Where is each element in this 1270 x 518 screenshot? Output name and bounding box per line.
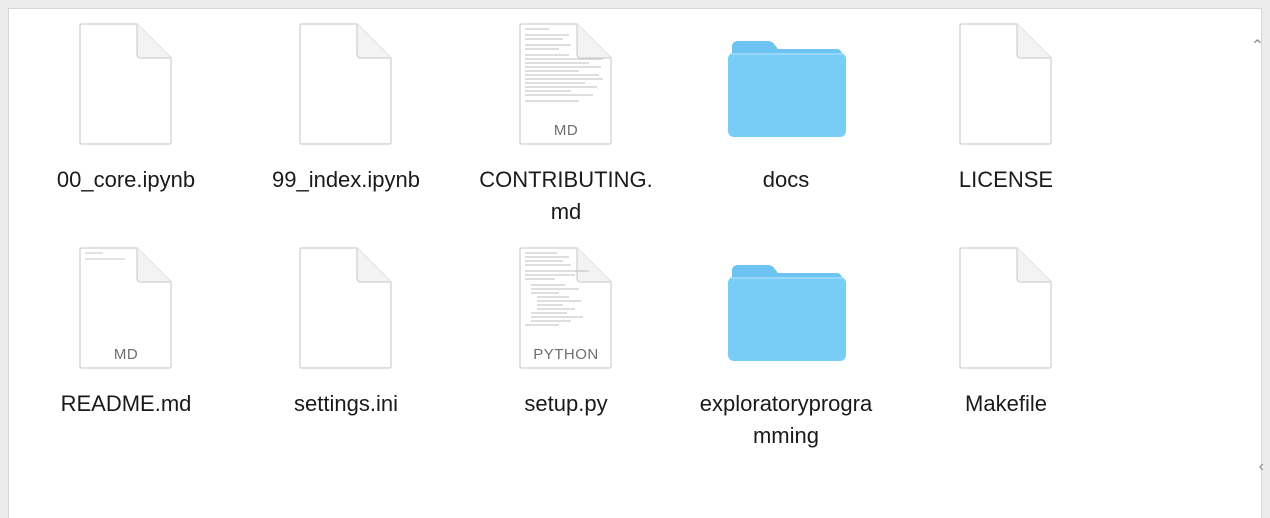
folder-icon (676, 23, 896, 153)
python-document-icon: PYTHON (456, 247, 676, 377)
window-edge-marker: ‹ (1258, 458, 1264, 475)
finder-window: 00_core.ipynb 99_index.ipynb MD CONTRIBU… (8, 8, 1262, 518)
blank-document-icon (16, 23, 236, 153)
file-type-badge: MD (114, 346, 138, 363)
markdown-document-icon: MD (16, 247, 236, 377)
blank-document-icon (896, 247, 1116, 377)
file-name: docs (762, 167, 810, 192)
file-name: setup.py (524, 391, 608, 416)
blank-document-icon (236, 23, 456, 153)
file-name: Makefile (965, 391, 1047, 416)
file-name: settings.ini (294, 391, 398, 416)
file-name: LICENSE (958, 167, 1054, 192)
folder-icon (676, 247, 896, 377)
file-type-badge: MD (554, 122, 578, 139)
file-name: 99_index.ipynb (271, 167, 420, 192)
file-name: exploratoryprogra mming (699, 391, 873, 448)
file-name: README.md (60, 391, 192, 416)
window-edge-marker: ⌃ (1250, 38, 1264, 55)
file-name: 00_core.ipynb (56, 167, 196, 192)
blank-document-icon (236, 247, 456, 377)
blank-document-icon (896, 23, 1116, 153)
markdown-document-icon: MD (456, 23, 676, 153)
file-name: CONTRIBUTING. md (479, 167, 653, 224)
file-type-badge: PYTHON (533, 346, 599, 363)
